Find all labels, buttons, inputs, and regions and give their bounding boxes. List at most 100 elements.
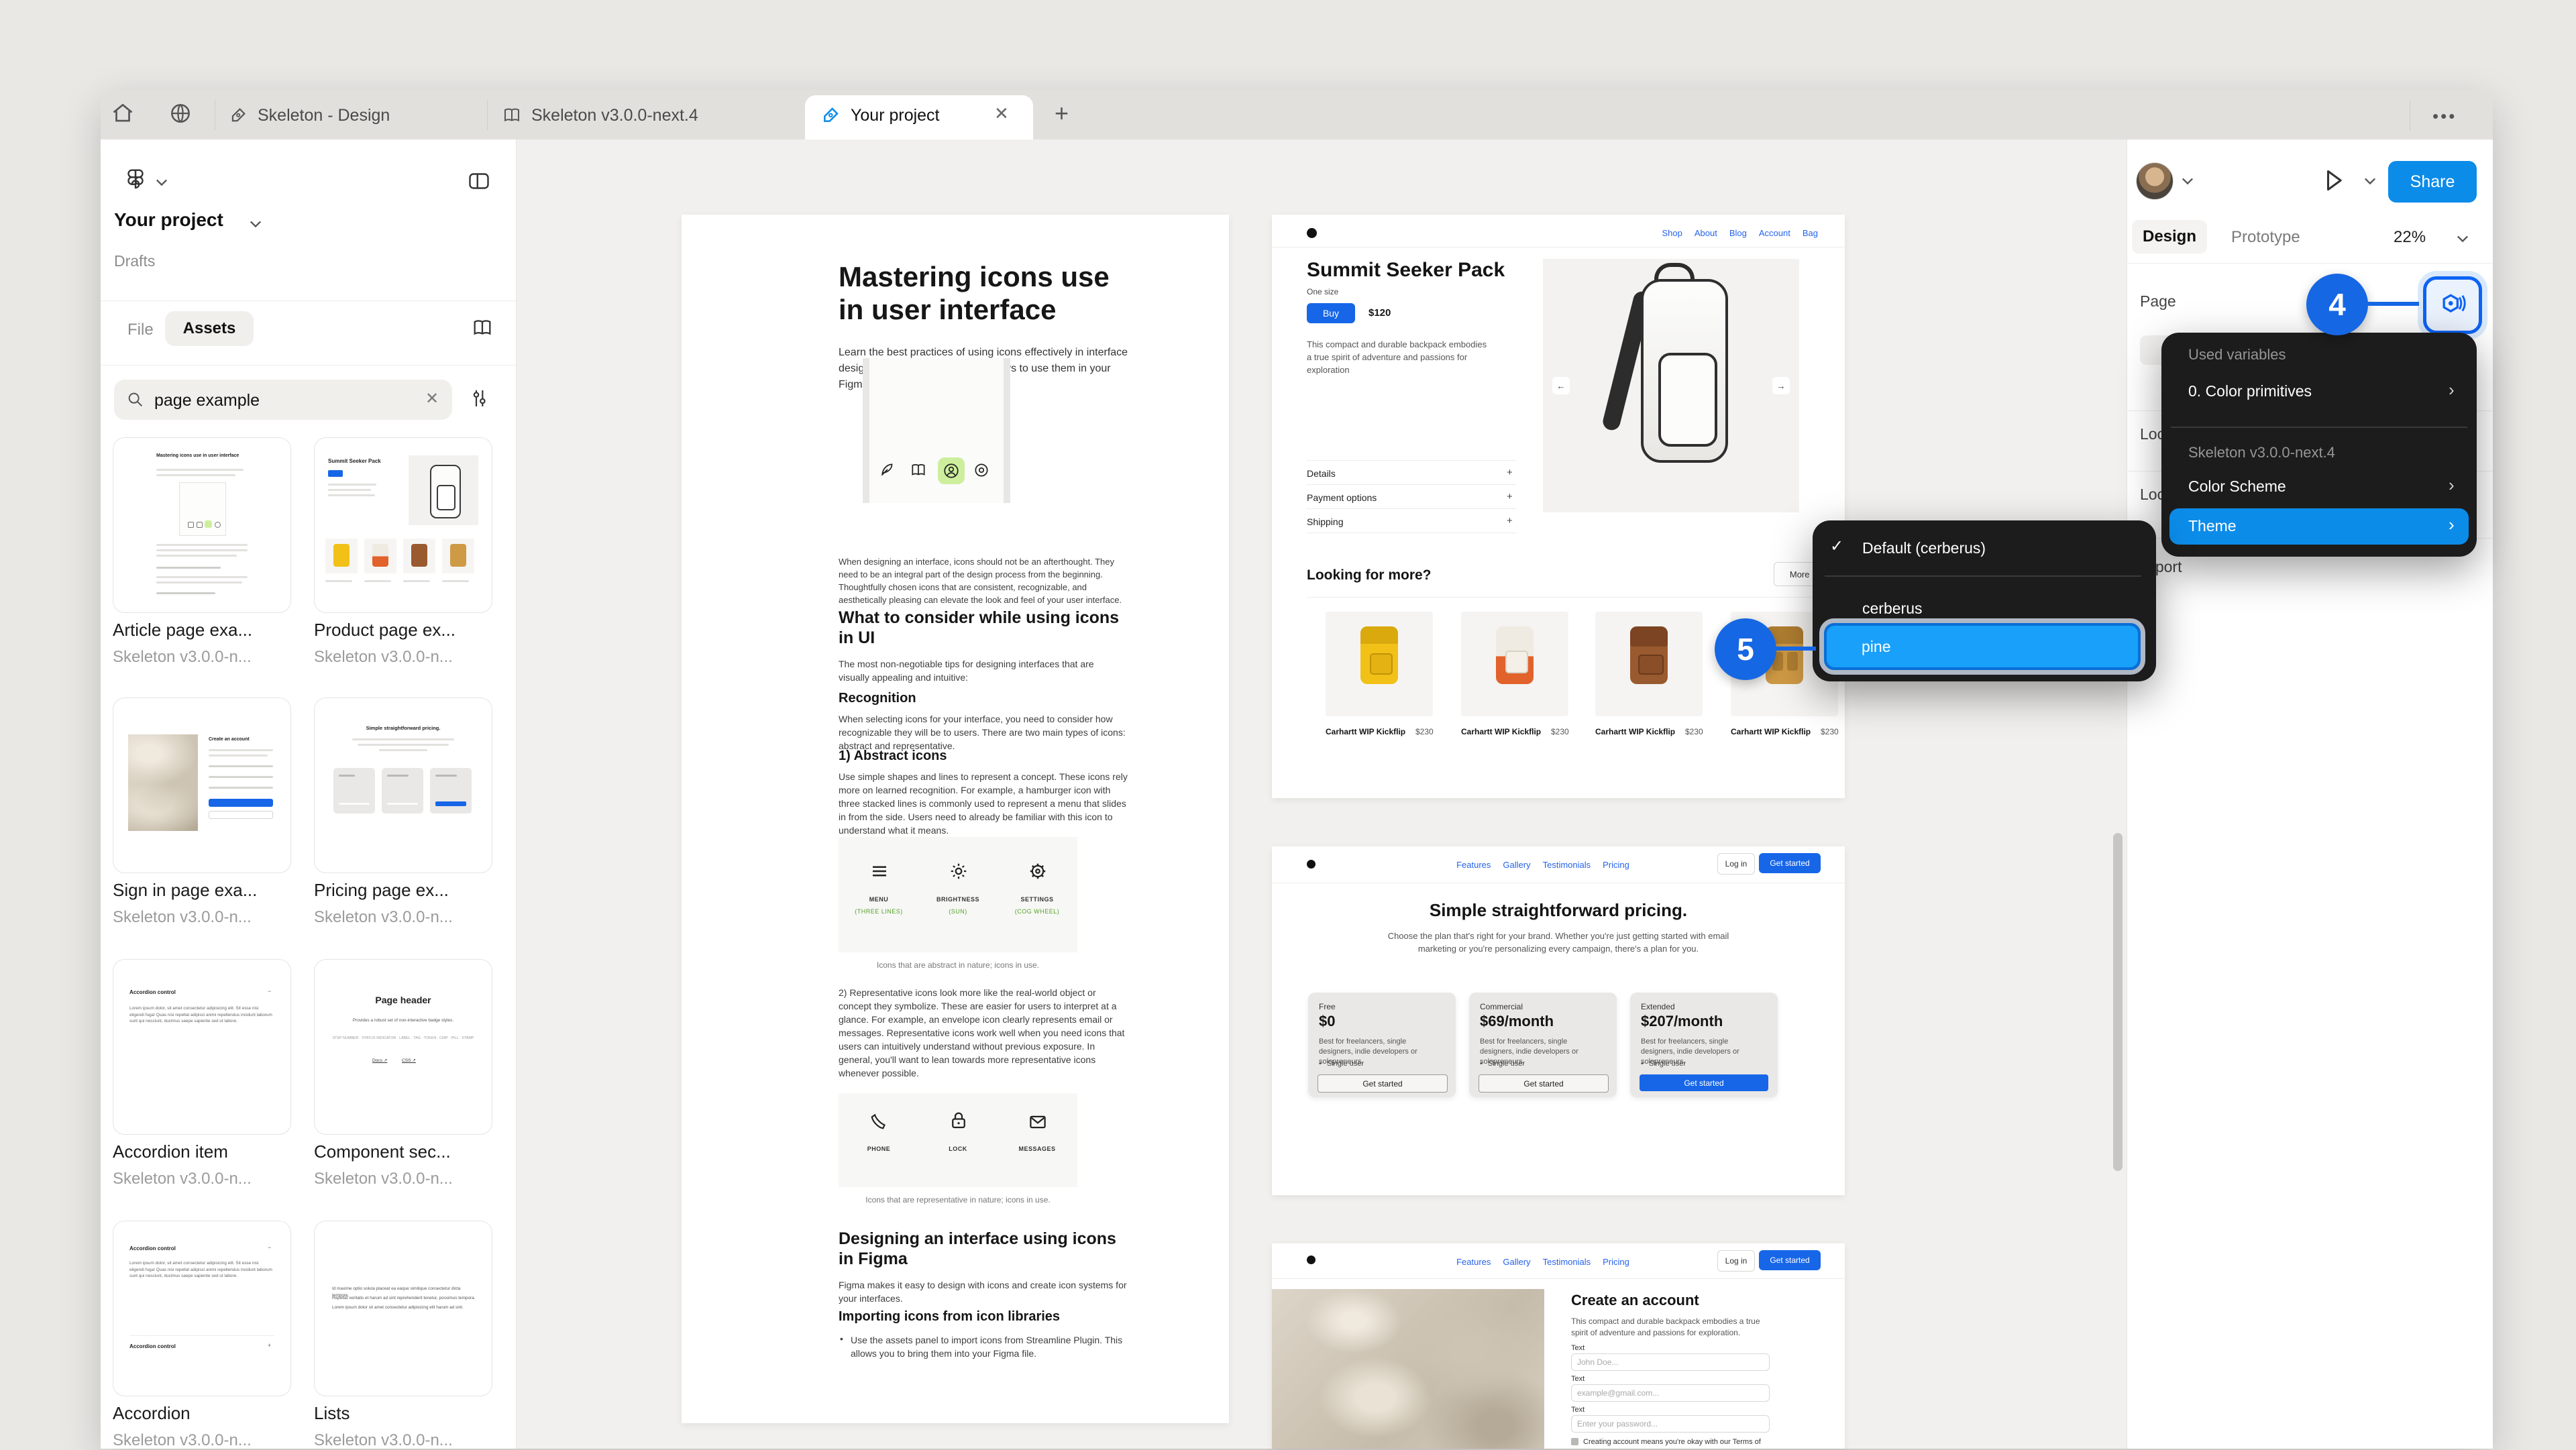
frame-signup-page[interactable]: Features Gallery Testimonials Pricing Lo… xyxy=(1272,1243,1845,1449)
name-field[interactable] xyxy=(1571,1353,1770,1371)
asset-title[interactable]: Lists xyxy=(314,1403,350,1424)
clear-search-icon[interactable]: ✕ xyxy=(425,389,439,408)
tab-design[interactable]: Design xyxy=(2132,220,2207,254)
password-field[interactable] xyxy=(1571,1415,1770,1433)
library-book-icon[interactable] xyxy=(471,317,494,339)
asset-title[interactable]: Pricing page ex... xyxy=(314,880,449,901)
nav-link[interactable]: Testimonials xyxy=(1543,860,1591,870)
icon-label: MENU xyxy=(869,896,889,903)
submenu-item-pine-highlight[interactable]: pine xyxy=(1819,618,2145,675)
home-icon[interactable] xyxy=(110,101,136,126)
phone-icon xyxy=(871,1113,885,1129)
add-tab-icon[interactable]: + xyxy=(1055,99,1069,127)
carousel-prev-button[interactable]: ← xyxy=(1552,377,1570,394)
email-field[interactable] xyxy=(1571,1384,1770,1402)
submenu-item-cerberus[interactable]: cerberus xyxy=(1862,600,1922,618)
tab-library[interactable]: Skeleton v3.0.0-next.4 xyxy=(502,101,698,130)
collapse-panel-icon[interactable] xyxy=(467,169,491,193)
divider xyxy=(101,300,517,301)
nav-link[interactable]: Pricing xyxy=(1603,860,1629,870)
chevron-down-icon[interactable] xyxy=(250,220,262,228)
section-page[interactable]: Page xyxy=(2140,292,2176,311)
asset-title[interactable]: Accordion xyxy=(113,1403,191,1424)
plan-cta-button[interactable]: Get started xyxy=(1479,1074,1609,1093)
chevron-down-icon[interactable] xyxy=(156,178,168,186)
plan-card-extended[interactable]: Extended $207/month Best for freelancers… xyxy=(1630,993,1778,1097)
get-started-button[interactable]: Get started xyxy=(1759,853,1821,873)
tab-label: Skeleton v3.0.0-next.4 xyxy=(531,105,698,125)
nav-link[interactable]: Shop xyxy=(1662,228,1682,238)
nav-link[interactable]: About xyxy=(1695,228,1717,238)
canvas-scrollbar[interactable] xyxy=(2113,833,2123,1171)
filter-sliders-icon[interactable] xyxy=(468,388,490,409)
related-product-card[interactable] xyxy=(1595,612,1703,716)
nav-link[interactable]: Gallery xyxy=(1503,1257,1530,1267)
nav-link[interactable]: Gallery xyxy=(1503,860,1530,870)
menu-item-theme-label: Theme xyxy=(2188,517,2237,535)
buy-button[interactable]: Buy xyxy=(1307,303,1355,323)
nav-link[interactable]: Pricing xyxy=(1603,1257,1629,1267)
asset-card-accordion-item[interactable]: Accordion control − Lorem ipsum dolor, s… xyxy=(113,959,291,1135)
close-tab-icon[interactable]: ✕ xyxy=(994,103,1009,124)
get-started-button[interactable]: Get started xyxy=(1759,1250,1821,1270)
asset-title[interactable]: Accordion item xyxy=(113,1141,228,1162)
plan-card-commercial[interactable]: Commercial $69/month Best for freelancer… xyxy=(1469,993,1617,1097)
asset-card-lists[interactable]: Id maxime optio soluta placeat ea eaque … xyxy=(314,1221,492,1396)
menu-item-theme[interactable]: Theme › xyxy=(2169,508,2469,545)
chevron-down-icon[interactable] xyxy=(2182,177,2194,185)
globe-icon[interactable] xyxy=(168,101,193,126)
menu-item-color-scheme[interactable]: Color Scheme xyxy=(2188,478,2286,496)
nav-link[interactable]: Blog xyxy=(1729,228,1747,238)
asset-title[interactable]: Component sec... xyxy=(314,1141,451,1162)
nav-link[interactable]: Features xyxy=(1456,860,1491,870)
chevron-right-icon: › xyxy=(2449,380,2455,400)
asset-card-signin[interactable]: Create an account xyxy=(113,698,291,873)
asset-library: Skeleton v3.0.0-n... xyxy=(113,1431,252,1449)
search-input[interactable] xyxy=(153,385,397,416)
menu-item-color-primitives[interactable]: 0. Color primitives xyxy=(2188,382,2312,400)
plan-card-free[interactable]: Free $0 Best for freelancers, single des… xyxy=(1308,993,1456,1097)
project-title[interactable]: Your project xyxy=(114,209,223,231)
asset-card-article[interactable]: Mastering icons use in user interface xyxy=(113,437,291,613)
nav-link[interactable]: Features xyxy=(1456,1257,1491,1267)
share-button[interactable]: Share xyxy=(2388,161,2477,203)
tab-assets[interactable]: Assets xyxy=(165,311,254,346)
nav-link[interactable]: Testimonials xyxy=(1543,1257,1591,1267)
submenu-item-default[interactable]: Default (cerberus) xyxy=(1862,539,1986,557)
asset-title[interactable]: Article page exa... xyxy=(113,620,252,640)
nav-link[interactable]: Account xyxy=(1759,228,1790,238)
asset-card-component[interactable]: Page header Provides a robust set of non… xyxy=(314,959,492,1135)
terms-checkbox[interactable] xyxy=(1571,1438,1578,1445)
window-more-icon[interactable]: ••• xyxy=(2432,106,2457,127)
plan-cta-button-primary[interactable]: Get started xyxy=(1640,1074,1768,1091)
accordion-shipping[interactable]: Shipping xyxy=(1307,516,1344,527)
accordion-details[interactable]: Details xyxy=(1307,468,1336,479)
login-button[interactable]: Log in xyxy=(1717,853,1755,875)
chevron-down-icon[interactable] xyxy=(2457,235,2469,243)
pen-nib-icon-active xyxy=(824,107,839,122)
tab-prototype[interactable]: Prototype xyxy=(2231,228,2300,247)
tab-file[interactable]: File xyxy=(127,321,154,339)
asset-title[interactable]: Product page ex... xyxy=(314,620,455,640)
plan-cta-button[interactable]: Get started xyxy=(1318,1074,1448,1093)
related-product-card[interactable] xyxy=(1461,612,1568,716)
asset-card-accordion[interactable]: Accordion control − Lorem ipsum dolor, s… xyxy=(113,1221,291,1396)
thumb-acc-body: Lorem ipsum dolor, sit amet consectetur … xyxy=(129,1006,272,1023)
play-icon[interactable] xyxy=(2322,168,2345,193)
zoom-level[interactable]: 22% xyxy=(2394,228,2426,247)
figma-logo-icon[interactable] xyxy=(123,168,148,193)
annotation-connector xyxy=(1774,647,1816,651)
product-description: This compact and durable backpack embodi… xyxy=(1307,339,1487,375)
nav-link[interactable]: Bag xyxy=(1803,228,1818,238)
login-button[interactable]: Log in xyxy=(1717,1250,1755,1272)
asset-title[interactable]: Sign in page exa... xyxy=(113,880,257,901)
tab-design-file[interactable]: Skeleton - Design xyxy=(228,101,390,130)
carousel-next-button[interactable]: → xyxy=(1772,377,1790,394)
chevron-down-icon[interactable] xyxy=(2364,177,2376,185)
asset-card-product[interactable]: Summit Seeker Pack xyxy=(314,437,492,613)
avatar[interactable] xyxy=(2136,162,2174,200)
accordion-payment[interactable]: Payment options xyxy=(1307,492,1377,503)
thumb-mini-product xyxy=(364,539,396,573)
asset-card-pricing[interactable]: Simple straightforward pricing. xyxy=(314,698,492,873)
related-product-card[interactable] xyxy=(1326,612,1433,716)
